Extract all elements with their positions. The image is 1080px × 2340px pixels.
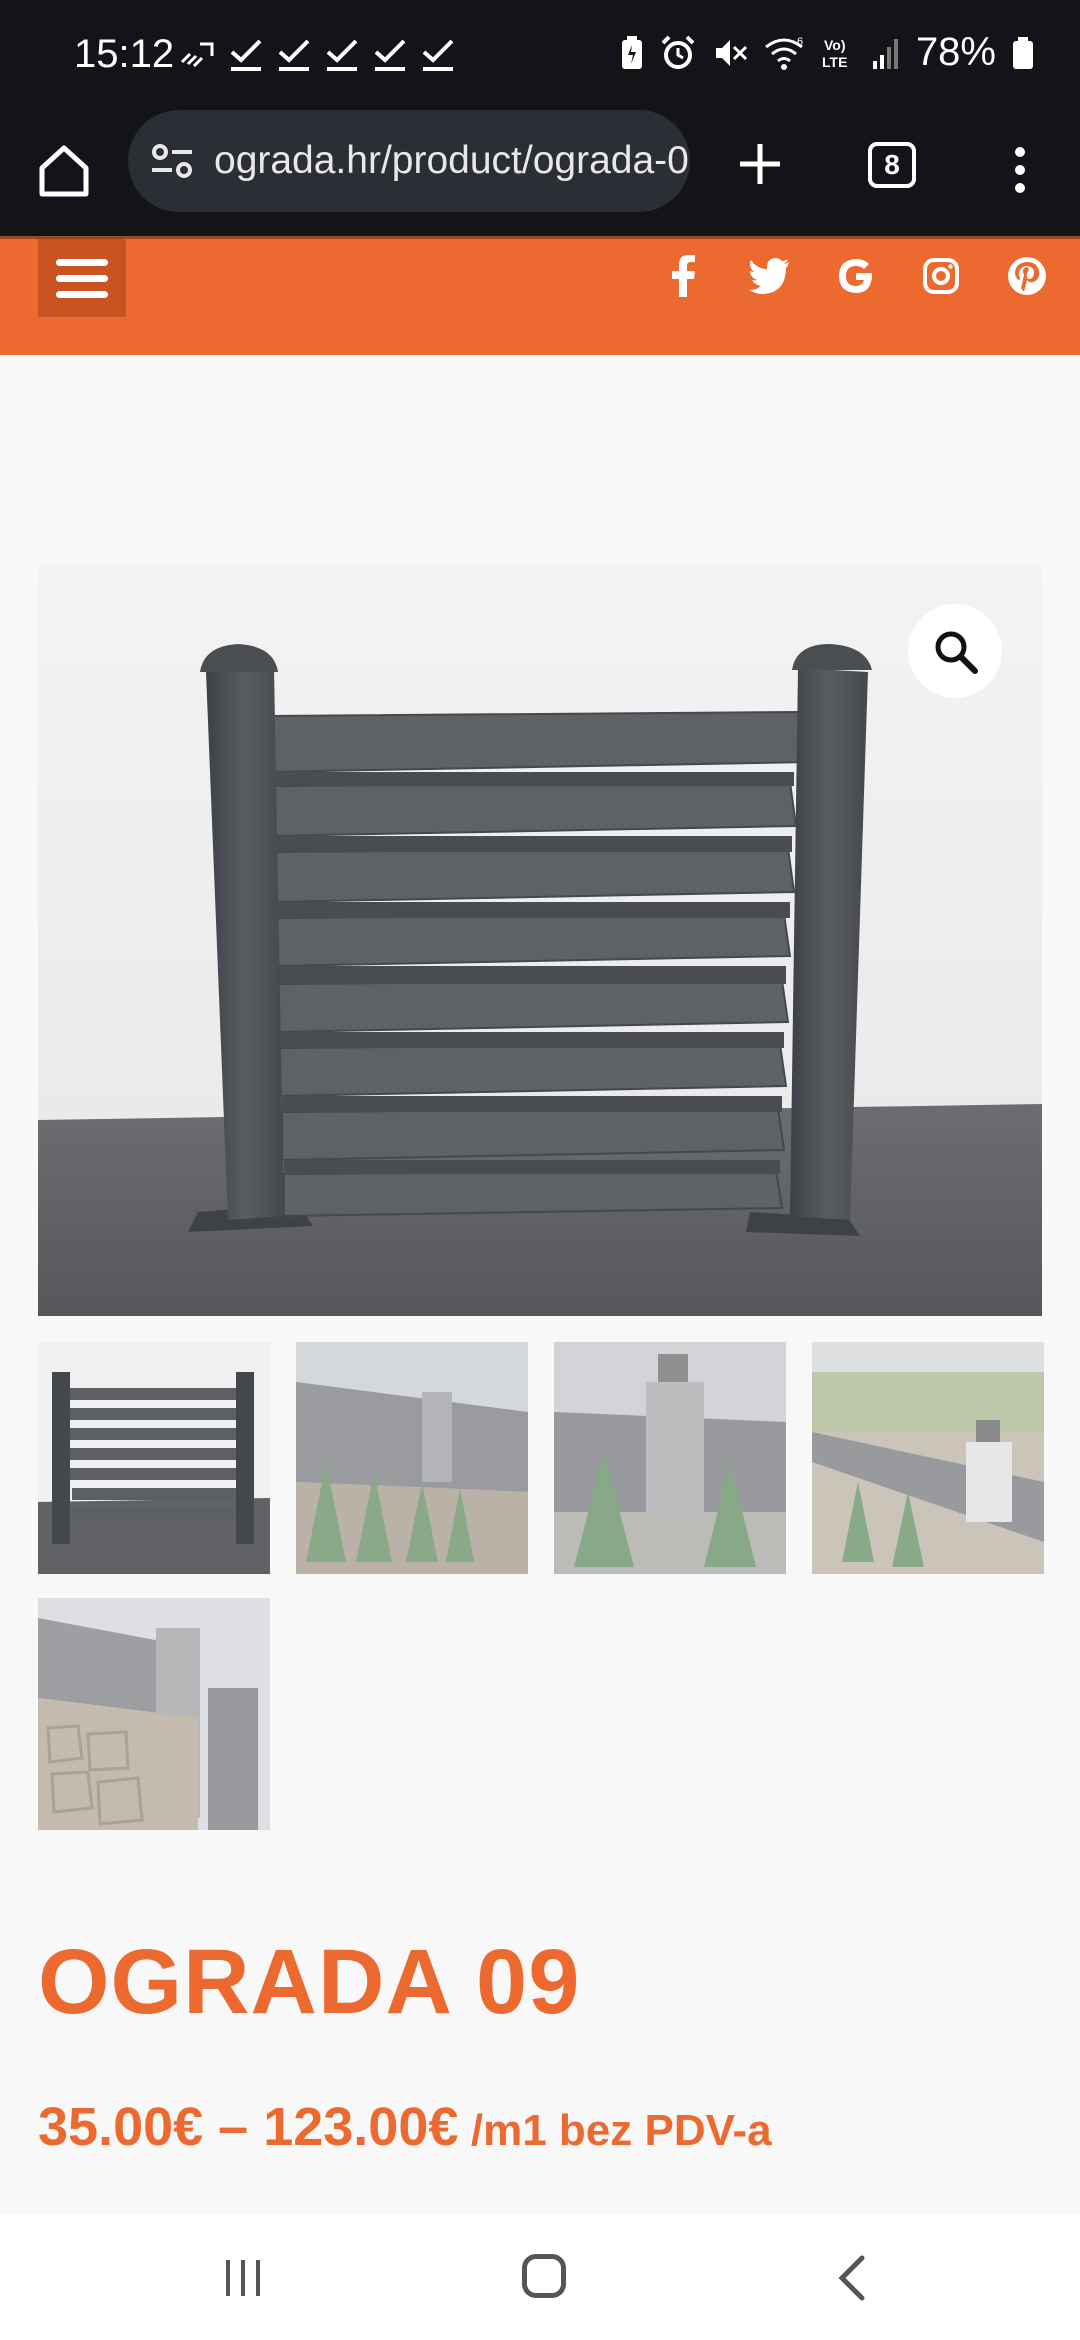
check-icon: [422, 39, 454, 71]
instagram-icon[interactable]: [918, 253, 964, 299]
thumbnail-4[interactable]: [812, 1342, 1044, 1574]
wifi-6-icon: 6: [765, 36, 803, 70]
recent-apps-icon[interactable]: [222, 2258, 264, 2298]
search-icon: [935, 631, 978, 674]
thumbnail-5[interactable]: [38, 1598, 270, 1830]
missed-call-icon: [180, 42, 214, 68]
check-icon: [230, 39, 262, 71]
tab-count: 8: [884, 149, 900, 180]
hamburger-menu-icon[interactable]: [38, 239, 126, 317]
site-settings-icon[interactable]: [148, 141, 196, 181]
product-main-image[interactable]: [38, 564, 1042, 1316]
system-navigation-bar: [0, 2214, 1080, 2340]
browser-toolbar: ograda.hr/product/ograda-09/ 8: [0, 110, 1080, 236]
home-icon[interactable]: [34, 140, 94, 200]
check-icon: [374, 39, 406, 71]
url-text[interactable]: ograda.hr/product/ograda-09/: [214, 139, 690, 183]
tab-switcher-button[interactable]: 8: [868, 142, 916, 188]
status-bar: 15:12 6 Vo) LTE 78%: [0, 0, 1080, 110]
price-unit: /m1 bez PDV-a: [470, 2106, 772, 2155]
google-icon[interactable]: [832, 253, 878, 299]
check-icon: [278, 39, 310, 71]
twitter-icon[interactable]: [746, 253, 792, 299]
social-links: [660, 253, 1050, 299]
battery-saver-icon: [621, 35, 642, 69]
status-time: 15:12: [74, 32, 175, 76]
fence-panel-image: [38, 564, 1042, 1316]
svg-text:6: 6: [797, 36, 803, 48]
pinterest-icon[interactable]: [1004, 253, 1050, 299]
back-icon[interactable]: [832, 2254, 872, 2302]
battery-percent: 78%: [915, 30, 996, 74]
notification-icons: [180, 38, 456, 72]
more-options-icon[interactable]: [1000, 140, 1040, 200]
thumbnail-1[interactable]: [38, 1342, 270, 1574]
system-icons: 6 Vo) LTE 78%: [620, 30, 1034, 75]
thumbnail-3[interactable]: [554, 1342, 786, 1574]
price-range: 35.00€ – 123.00€: [38, 2097, 459, 2157]
facebook-icon[interactable]: [660, 253, 706, 299]
battery-icon: [1013, 36, 1033, 69]
svg-text:LTE: LTE: [822, 54, 847, 70]
check-icon: [326, 39, 358, 71]
product-price: 35.00€ – 123.00€ /m1 bez PDV-a: [38, 2096, 772, 2158]
signal-icon: [872, 38, 898, 69]
address-bar[interactable]: ograda.hr/product/ograda-09/: [128, 110, 690, 212]
thumbnail-2[interactable]: [296, 1342, 528, 1574]
volte-icon: Vo)LTE: [822, 37, 847, 70]
site-header: [0, 236, 1080, 355]
product-title: OGRADA 09: [38, 1931, 581, 2033]
svg-text:Vo): Vo): [824, 37, 846, 53]
zoom-button[interactable]: [908, 604, 1002, 698]
alarm-icon: [661, 35, 695, 69]
home-nav-icon[interactable]: [522, 2254, 566, 2298]
mute-icon: [715, 39, 747, 66]
new-tab-icon[interactable]: [730, 134, 790, 194]
